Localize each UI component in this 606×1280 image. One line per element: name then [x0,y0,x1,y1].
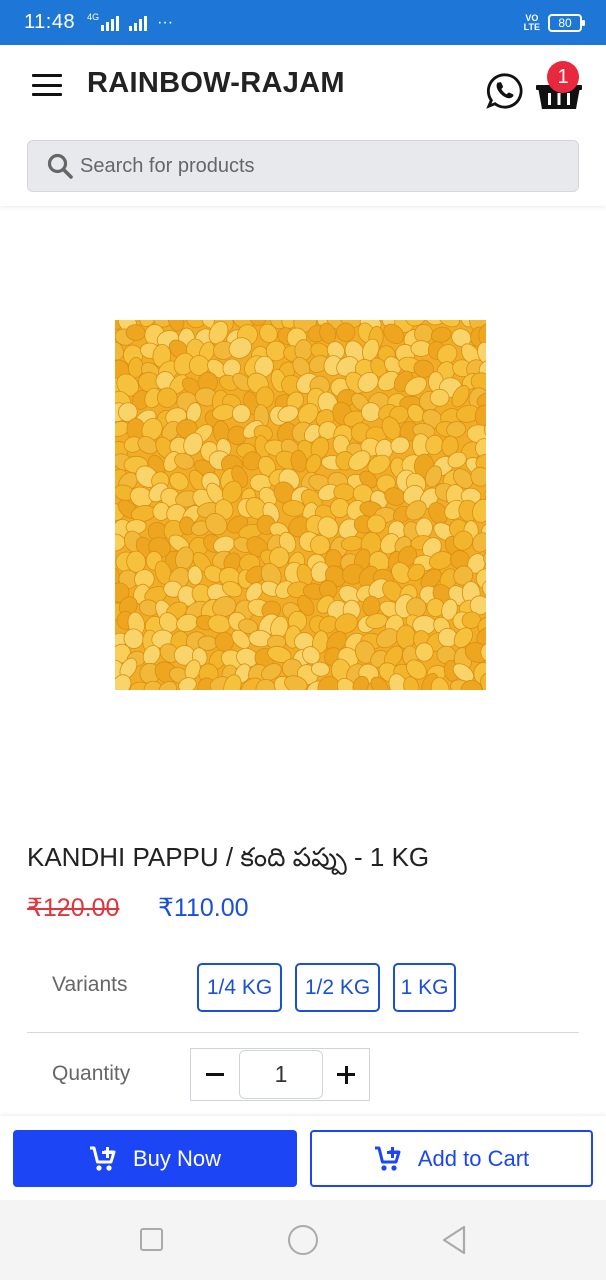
network-type: 4G [87,11,100,22]
bottom-action-bar: Buy Now Add to Cart [0,1116,606,1200]
buy-now-label: Buy Now [132,1145,222,1171]
lentil-grain [429,388,450,407]
more-notifications-icon: ··· [157,13,174,31]
variant-quarter-kg-button[interactable]: 1/4 KG [197,963,282,1012]
search-input[interactable]: Search for products [27,140,579,192]
recent-apps-icon[interactable] [140,1228,163,1251]
search-placeholder: Search for products [80,154,255,177]
quantity-stepper: 1 [190,1048,370,1101]
plus-icon [337,1065,355,1084]
quantity-input[interactable]: 1 [239,1050,323,1099]
add-to-cart-label: Add to Cart [417,1145,530,1171]
app-header: RAINBOW-RAJAM 1 [0,45,606,138]
add-cart-icon [374,1146,401,1171]
whatsapp-icon[interactable] [486,72,524,110]
system-navigation-bar [0,1200,606,1280]
original-price: ₹120.00 [27,894,120,922]
buy-now-button[interactable]: Buy Now [13,1130,297,1187]
sale-price: ₹110.00 [158,894,249,922]
back-icon[interactable] [440,1224,468,1256]
add-to-cart-button[interactable]: Add to Cart [310,1130,593,1187]
minus-icon [206,1073,224,1076]
add-cart-icon [89,1146,116,1171]
home-icon[interactable] [288,1225,318,1255]
lentil-grain [415,642,434,662]
status-bar: 11:48 4G ··· VO LTE 80 [0,0,606,45]
search-section: Search for products [0,138,606,206]
decrease-quantity-button[interactable] [191,1049,239,1100]
hamburger-icon[interactable] [32,74,62,96]
signal-icon [101,15,120,31]
variant-half-kg-button[interactable]: 1/2 KG [295,963,380,1012]
increase-quantity-button[interactable] [323,1049,369,1100]
quantity-label: Quantity [52,1062,131,1085]
brand-title[interactable]: RAINBOW-RAJAM [87,67,345,100]
product-title: KANDHI PAPPU / కంది పప్పు - 1 KG [27,842,430,872]
signal-icon-2 [129,15,148,31]
variants-label: Variants [52,973,128,996]
battery-icon: 80 [548,13,585,32]
product-image[interactable] [115,320,486,690]
volte-icon: VO LTE [523,12,540,32]
lentil-grain [430,326,452,343]
divider [27,1032,579,1033]
search-icon [47,153,73,179]
cart-count-badge: 1 [547,61,579,93]
variant-one-kg-button[interactable]: 1 KG [393,963,456,1012]
lentil-grain [396,624,416,650]
status-time: 11:48 [24,11,76,33]
